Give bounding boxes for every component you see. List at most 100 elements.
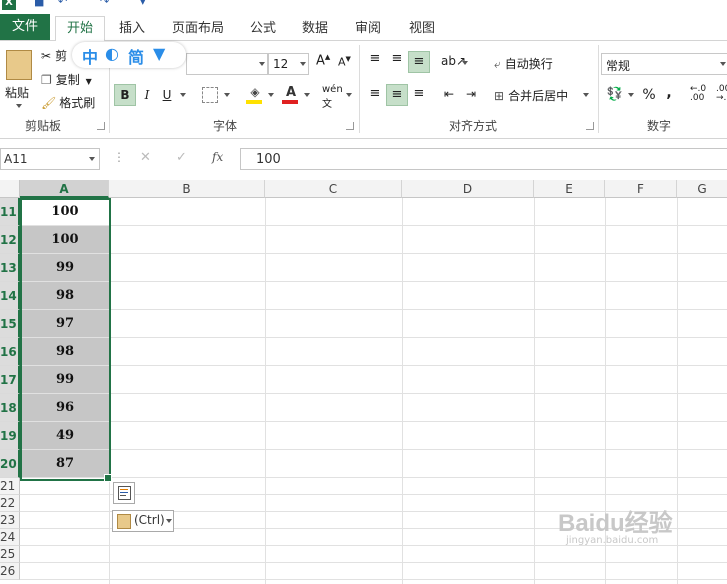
- quick-analysis-icon: [118, 486, 131, 500]
- merge-center-label: 合并后居中: [508, 89, 569, 103]
- row-header-15[interactable]: 15: [0, 310, 20, 338]
- tab-insert[interactable]: 插入: [112, 17, 152, 40]
- formula-bar-grip-icon: ⋮: [113, 150, 125, 164]
- bottom-align-icon[interactable]: ≡: [408, 51, 430, 73]
- tab-page-layout[interactable]: 页面布局: [166, 17, 230, 40]
- increase-decimal-icon[interactable]: ←.0.00: [690, 85, 706, 103]
- quick-analysis-button[interactable]: [113, 482, 135, 504]
- row-header-17[interactable]: 17: [0, 366, 20, 394]
- insert-function-button[interactable]: fx: [212, 150, 223, 164]
- gridline: [20, 365, 727, 366]
- tab-formulas[interactable]: 公式: [243, 17, 283, 40]
- gridline: [534, 198, 535, 584]
- column-header-e[interactable]: E: [534, 180, 605, 198]
- decrease-decimal-icon[interactable]: .00→.0: [716, 85, 727, 103]
- watermark-url: jingyan.baidu.com: [566, 535, 659, 546]
- baidu-watermark: Baidu经验 jingyan.baidu.com: [558, 503, 688, 553]
- row-header-16[interactable]: 16: [0, 338, 20, 366]
- percent-button[interactable]: %: [640, 85, 658, 105]
- merge-center-button[interactable]: ⊞ 合并后居中: [494, 87, 568, 104]
- merge-cells-icon: ⊞: [494, 89, 505, 103]
- gridline: [20, 281, 727, 282]
- gridline: [20, 253, 727, 254]
- row-header-13[interactable]: 13: [0, 254, 20, 282]
- watermark-logo: Baidu经验: [558, 510, 673, 537]
- customize-qat-icon[interactable]: ▾: [140, 0, 152, 8]
- save-icon[interactable]: ■: [34, 0, 46, 8]
- gridline: [20, 579, 727, 580]
- undo-icon[interactable]: ↶: [58, 0, 70, 8]
- align-left-icon[interactable]: ≡: [366, 85, 384, 105]
- align-center-icon[interactable]: ≡: [386, 84, 408, 106]
- chevron-down-icon: [89, 157, 95, 161]
- gridline: [20, 225, 727, 226]
- tab-view[interactable]: 视图: [402, 17, 442, 40]
- row-header-18[interactable]: 18: [0, 394, 20, 422]
- currency-dropdown-icon[interactable]: [628, 93, 634, 97]
- row-header-23[interactable]: 23: [0, 512, 20, 529]
- column-header-d[interactable]: D: [402, 180, 534, 198]
- redo-icon[interactable]: ↷: [100, 0, 112, 8]
- excel-logo-icon: X: [2, 0, 16, 10]
- middle-align-icon[interactable]: ≡: [388, 51, 406, 69]
- row-header-19[interactable]: 19: [0, 422, 20, 450]
- cancel-icon[interactable]: ✕: [140, 150, 151, 165]
- comma-button[interactable]: ,: [662, 83, 676, 103]
- align-right-icon[interactable]: ≡: [410, 85, 428, 105]
- formula-value: 100: [256, 152, 281, 167]
- gridline: [20, 477, 727, 478]
- decrease-indent-icon[interactable]: ⇤: [440, 85, 458, 105]
- tab-home[interactable]: 开始: [55, 16, 105, 42]
- row-header-25[interactable]: 25: [0, 546, 20, 563]
- column-header-g[interactable]: G: [677, 180, 727, 198]
- paste-options-button[interactable]: (Ctrl): [112, 510, 174, 532]
- number-format-dropdown[interactable]: 常规: [601, 53, 727, 75]
- wrap-text-button[interactable]: ⤶ 自动换行: [494, 55, 553, 72]
- number-format-value: 常规: [606, 59, 631, 73]
- top-align-icon[interactable]: ≡: [366, 51, 384, 69]
- gridline: [20, 449, 727, 450]
- column-header-a[interactable]: A: [20, 180, 109, 198]
- row-header-22[interactable]: 22: [0, 495, 20, 512]
- alignment-group-label: 对齐方式: [448, 119, 497, 133]
- name-box-value: A11: [4, 152, 28, 166]
- tab-file[interactable]: 文件: [0, 14, 50, 40]
- fill-handle[interactable]: [104, 474, 112, 482]
- gridline: [265, 198, 266, 584]
- name-box[interactable]: A11: [0, 148, 100, 170]
- enter-icon[interactable]: ✓: [176, 150, 187, 165]
- row-header-24[interactable]: 24: [0, 529, 20, 546]
- tab-review[interactable]: 审阅: [348, 17, 388, 40]
- ribbon-tabs: 文件 开始 插入 页面布局 公式 数据 审阅 视图: [0, 14, 727, 42]
- gridline: [20, 562, 727, 563]
- row-header-26[interactable]: 26: [0, 563, 20, 580]
- ribbon-right-groups: ≡ ≡ ≡ ab↗ ≡ ≡ ≡ ⇤ ⇥ ⤶ 自动换行 ⊞ 合并后居中 对齐方式 常规…: [0, 41, 727, 138]
- column-header-f[interactable]: F: [605, 180, 677, 198]
- row-header-21[interactable]: 21: [0, 478, 20, 495]
- paste-options-label: (Ctrl): [134, 513, 165, 527]
- column-header-b[interactable]: B: [109, 180, 265, 198]
- chevron-down-icon: [720, 62, 726, 66]
- number-group-label: 数字: [646, 119, 671, 133]
- currency-icon[interactable]: 💱: [604, 86, 626, 106]
- orientation-icon[interactable]: ab↗: [440, 51, 466, 73]
- chevron-down-icon: [166, 519, 172, 523]
- increase-indent-icon[interactable]: ⇥: [462, 85, 480, 105]
- gridline: [402, 198, 403, 584]
- alignment-launcher-icon[interactable]: [586, 122, 594, 130]
- row-header-14[interactable]: 14: [0, 282, 20, 310]
- row-header-11[interactable]: 11: [0, 198, 20, 226]
- gridline: [20, 421, 727, 422]
- merge-dropdown-icon[interactable]: [583, 93, 589, 97]
- quick-access-toolbar: X ■ ↶ ↷ ▾: [0, 0, 727, 14]
- select-all-corner[interactable]: [0, 180, 20, 198]
- row-header-12[interactable]: 12: [0, 226, 20, 254]
- column-header-c[interactable]: C: [265, 180, 402, 198]
- row-header-20[interactable]: 20: [0, 450, 20, 478]
- tab-data[interactable]: 数据: [295, 17, 335, 40]
- gridline: [20, 337, 727, 338]
- formula-input[interactable]: 100: [240, 148, 727, 170]
- wrap-text-label: 自动换行: [504, 57, 553, 71]
- orientation-dropdown-icon[interactable]: [462, 61, 468, 65]
- gridline: [20, 393, 727, 394]
